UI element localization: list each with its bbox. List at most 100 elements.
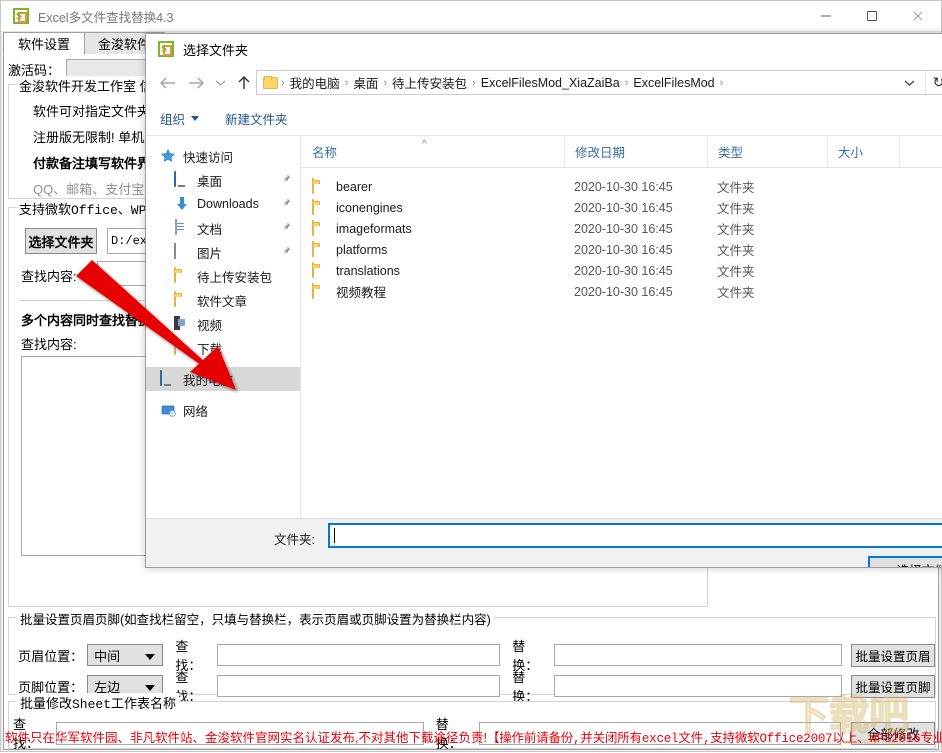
- maximize-icon[interactable]: [849, 1, 895, 31]
- header-position-select[interactable]: 中间: [87, 644, 163, 666]
- batch-set-footer-button[interactable]: 批量设置页脚: [851, 675, 935, 698]
- tab-software-settings[interactable]: 软件设置: [3, 32, 85, 55]
- folder-icon: [312, 284, 328, 299]
- footer-replace-input[interactable]: [554, 675, 842, 697]
- column-header-date[interactable]: 修改日期: [564, 136, 707, 167]
- sidebar-item-label: 软件文章: [197, 291, 247, 310]
- sidebar-item-label: 快速访问: [183, 147, 233, 166]
- organize-menu-button[interactable]: 组织: [160, 109, 199, 128]
- chevron-down-icon: [145, 654, 155, 660]
- download-arrow-icon: [174, 196, 190, 212]
- sidebar-item-quick-access[interactable]: 快速访问: [146, 144, 300, 168]
- new-folder-button[interactable]: 新建文件夹: [225, 109, 288, 128]
- find-content-label-1: 查找内容:: [21, 266, 77, 285]
- file-date: 2020-10-30 16:45: [574, 222, 673, 236]
- file-type: 文件夹: [717, 282, 755, 301]
- close-icon[interactable]: [895, 1, 941, 31]
- sort-ascending-icon: ^: [422, 139, 427, 150]
- sheet-rename-legend: 批量修改Sheet工作表名称: [17, 693, 179, 712]
- pin-icon[interactable]: [281, 222, 291, 233]
- folder-icon: [174, 292, 190, 308]
- sidebar-item-videos[interactable]: 视频: [146, 312, 300, 336]
- sidebar-item-my-computer[interactable]: 我的电脑: [146, 367, 300, 391]
- file-date: 2020-10-30 16:45: [574, 285, 673, 299]
- folder-icon: [312, 179, 328, 194]
- header-find-input[interactable]: [217, 644, 500, 666]
- folder-icon: [312, 221, 328, 236]
- sidebar-item-label: 待上传安装包: [197, 267, 272, 286]
- sidebar-item-documents[interactable]: 文档: [146, 216, 300, 240]
- sidebar-item-label: Downloads: [197, 197, 259, 211]
- file-type: 文件夹: [717, 177, 755, 196]
- minimize-icon[interactable]: [803, 1, 849, 31]
- select-folder-button[interactable]: 选择文件夹: [25, 228, 97, 254]
- footer-notice-part-a: 软件只在华军软件园、非凡软件站、金浚软件官网实名认证发布,不对其他下载途径负责!: [5, 727, 487, 746]
- breadcrumb-item[interactable]: 我的电脑: [286, 73, 344, 92]
- monitor-icon: [174, 172, 190, 188]
- table-row[interactable]: bearer 2020-10-30 16:45 文件夹: [302, 176, 942, 197]
- select-folder-dialog: S 选择文件夹 › 我的电脑 › 桌面 › 待上传安装包 › ExcelFile…: [145, 33, 942, 568]
- table-row[interactable]: 视频教程 2020-10-30 16:45 文件夹: [302, 281, 942, 302]
- folder-icon: [312, 242, 328, 257]
- dialog-navigation-bar: › 我的电脑 › 桌面 › 待上传安装包 › ExcelFilesMod_Xia…: [146, 64, 942, 102]
- batch-set-header-button[interactable]: 批量设置页眉: [851, 644, 935, 667]
- header-replace-input[interactable]: [554, 644, 842, 666]
- header-footer-legend: 批量设置页眉页脚(如查找栏留空，只填与替换栏，表示页眉或页脚设置为替换栏内容): [17, 609, 494, 628]
- sidebar-item-pictures[interactable]: 图片: [146, 240, 300, 264]
- multi-find-replace-title: 多个内容同时查找替换: [21, 310, 151, 329]
- dialog-bottom-bar: 文件夹: 选择文件夹: [146, 518, 942, 567]
- organize-label: 组织: [160, 109, 185, 128]
- breadcrumb-item[interactable]: 待上传安装包: [388, 73, 471, 92]
- table-row[interactable]: imageformats 2020-10-30 16:45 文件夹: [302, 218, 942, 239]
- file-type: 文件夹: [717, 219, 755, 238]
- table-row[interactable]: iconengines 2020-10-30 16:45 文件夹: [302, 197, 942, 218]
- breadcrumb-item[interactable]: 桌面: [349, 73, 382, 92]
- back-arrow-icon[interactable]: [154, 69, 182, 97]
- file-list-column-headers: 名称 ^ 修改日期 类型 大小: [302, 136, 942, 168]
- pin-icon[interactable]: [281, 174, 291, 185]
- sidebar-item-desktop[interactable]: 桌面: [146, 168, 300, 192]
- up-arrow-icon[interactable]: [230, 69, 258, 97]
- dialog-titlebar: S 选择文件夹: [146, 34, 942, 64]
- folder-name-input[interactable]: [328, 523, 942, 548]
- sidebar-item-software-articles[interactable]: 软件文章: [146, 288, 300, 312]
- breadcrumb-item[interactable]: ExcelFilesMod_XiaZaiBa: [477, 76, 624, 90]
- sidebar-item-pending-packages[interactable]: 待上传安装包: [146, 264, 300, 288]
- column-header-size[interactable]: 大小: [827, 136, 899, 167]
- forward-arrow-icon[interactable]: [182, 69, 210, 97]
- pin-icon[interactable]: [281, 198, 291, 209]
- new-folder-label: 新建文件夹: [225, 109, 288, 128]
- chevron-down-icon[interactable]: [210, 69, 230, 97]
- batch-set-footer-label: 批量设置页脚: [856, 677, 931, 696]
- sidebar-item-label: 图片: [197, 243, 222, 262]
- file-name-cell: translations: [312, 263, 400, 278]
- sidebar-item-label: 我的电脑: [183, 370, 233, 389]
- sidebar-item-downloads[interactable]: Downloads: [146, 192, 300, 216]
- breadcrumb-item[interactable]: ExcelFilesMod: [629, 76, 718, 90]
- address-bar[interactable]: › 我的电脑 › 桌面 › 待上传安装包 › ExcelFilesMod_Xia…: [256, 70, 942, 95]
- dialog-select-folder-button[interactable]: 选择文件夹: [868, 556, 942, 568]
- column-header-name[interactable]: 名称 ^: [302, 136, 564, 167]
- app-logo-icon: S: [13, 8, 29, 24]
- sidebar-item-downloads-cn[interactable]: 下载: [146, 336, 300, 360]
- column-header-type[interactable]: 类型: [707, 136, 827, 167]
- sidebar-item-label: 网络: [183, 401, 208, 420]
- refresh-icon[interactable]: ↻: [925, 71, 942, 94]
- footer-find-input[interactable]: [217, 675, 500, 697]
- chevron-down-icon[interactable]: [897, 71, 921, 94]
- sidebar-item-label: 下载: [197, 339, 222, 358]
- sidebar-item-network[interactable]: 网络: [146, 398, 300, 422]
- header-footer-groupbox: 批量设置页眉页脚(如查找栏留空，只填与替换栏，表示页眉或页脚设置为替换栏内容) …: [8, 617, 936, 695]
- column-header-extra[interactable]: [899, 136, 942, 167]
- folder-icon: [312, 263, 328, 278]
- file-type: 文件夹: [717, 240, 755, 259]
- batch-set-header-label: 批量设置页眉: [856, 646, 931, 665]
- pin-icon[interactable]: [281, 246, 291, 257]
- folder-icon: [174, 340, 190, 356]
- file-date: 2020-10-30 16:45: [574, 264, 673, 278]
- table-row[interactable]: translations 2020-10-30 16:45 文件夹: [302, 260, 942, 281]
- document-icon: [174, 220, 190, 236]
- app-logo-icon: S: [158, 41, 174, 57]
- folder-icon: [312, 200, 328, 215]
- table-row[interactable]: platforms 2020-10-30 16:45 文件夹: [302, 239, 942, 260]
